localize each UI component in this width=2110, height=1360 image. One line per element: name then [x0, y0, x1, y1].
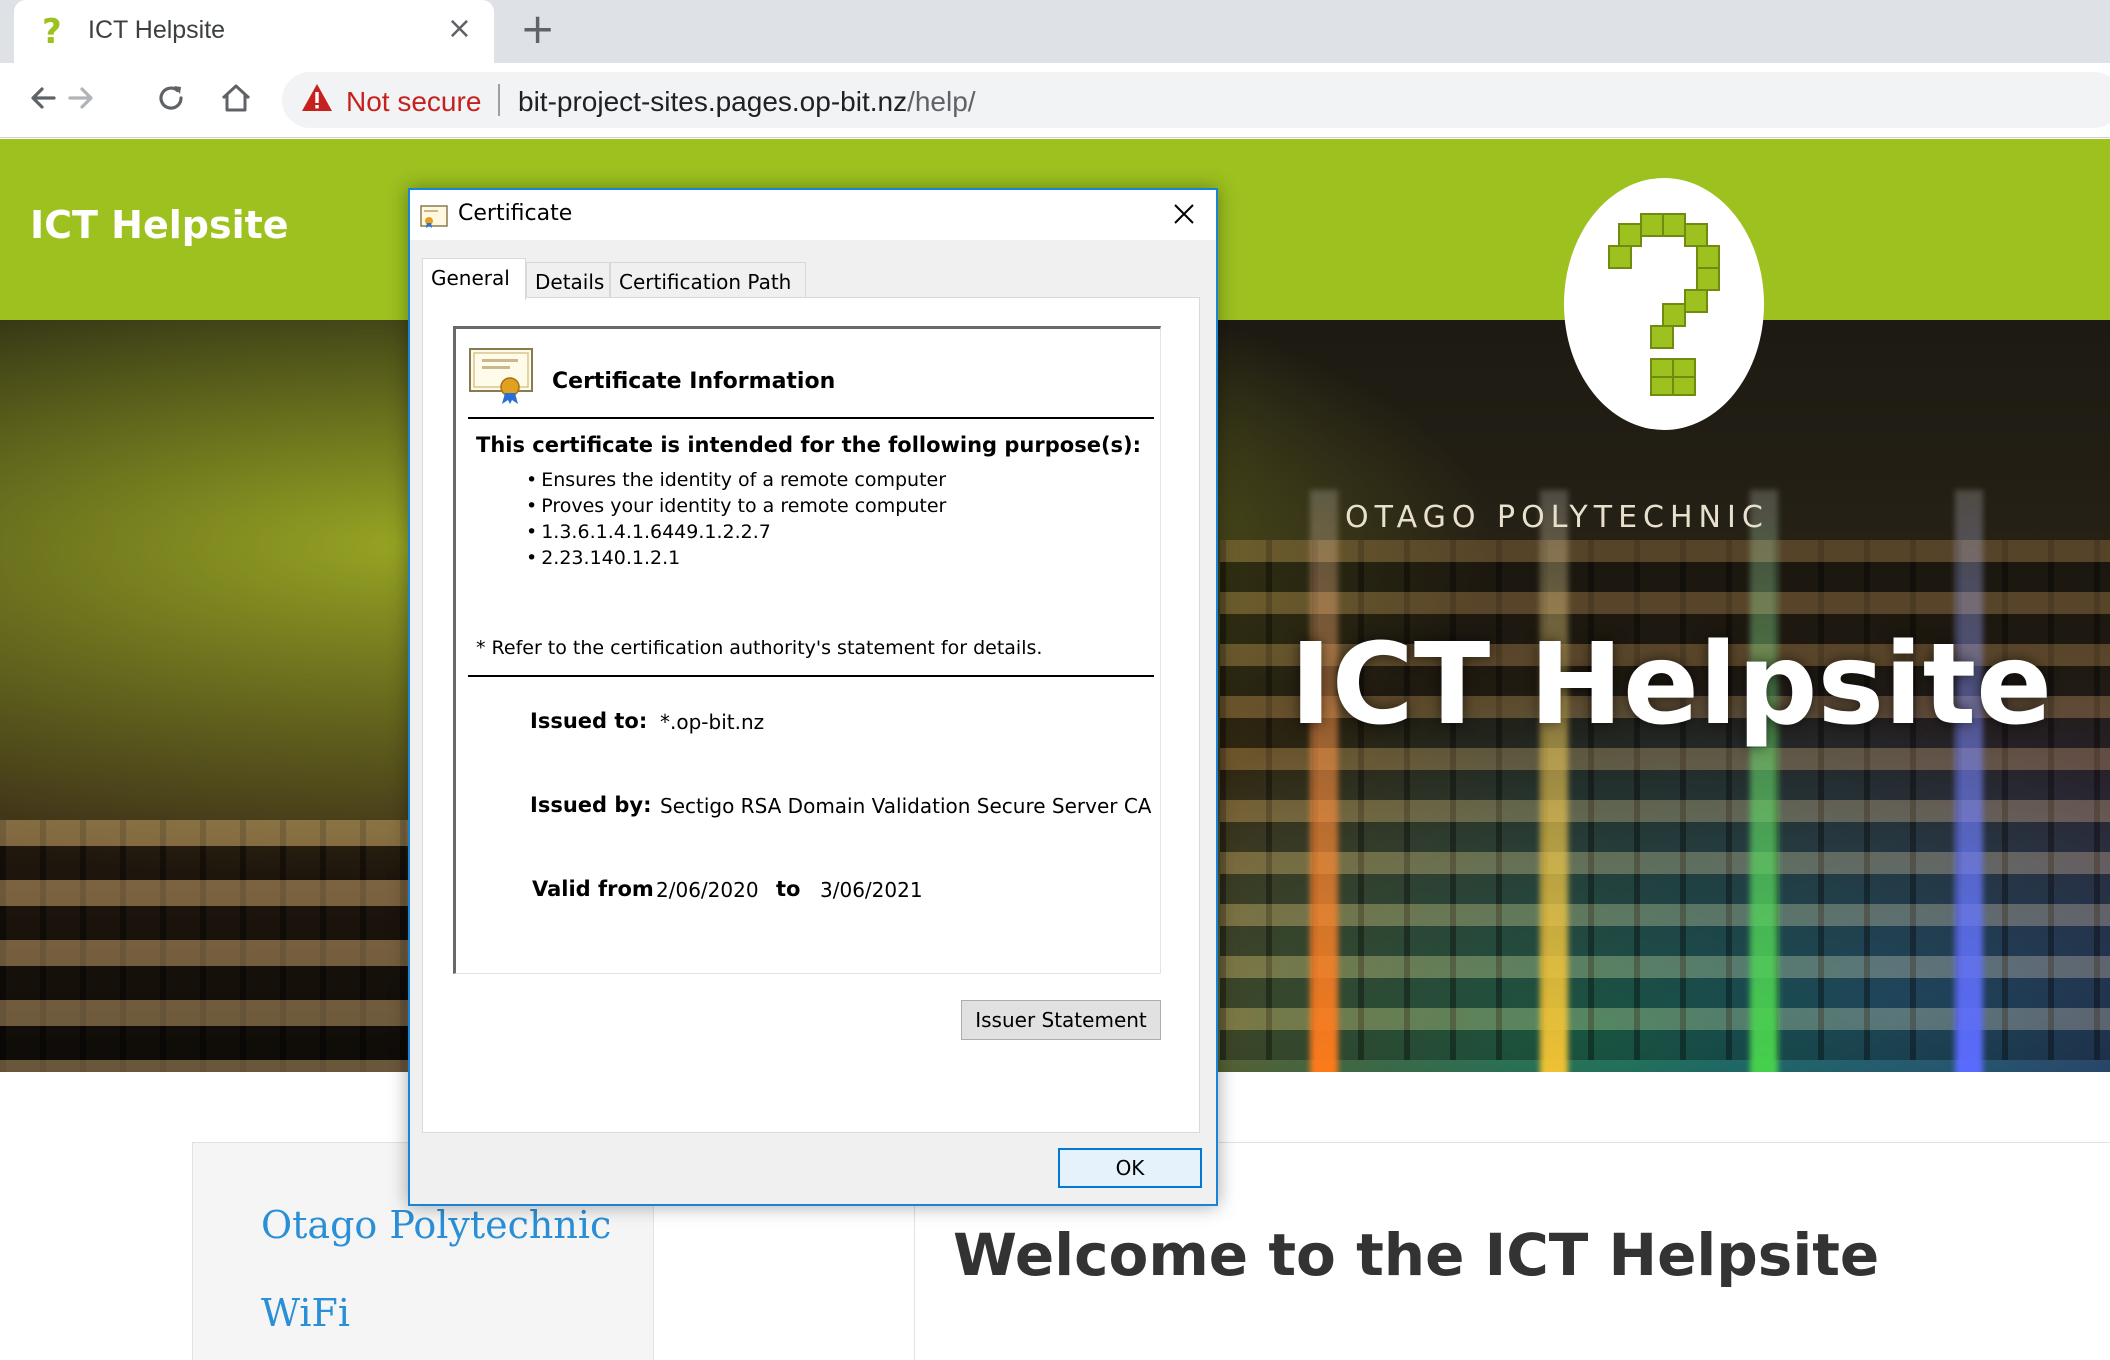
certificate-dialog: Certificate General Details Certificatio…: [408, 188, 1218, 1206]
tab-title: ICT Helpsite: [88, 16, 226, 44]
reload-button[interactable]: [146, 73, 196, 123]
issued-by-value: Sectigo RSA Domain Validation Secure Ser…: [660, 794, 1152, 818]
tab-strip: ? ICT Helpsite × +: [0, 0, 2110, 63]
valid-to-label: to: [776, 877, 801, 901]
warning-icon[interactable]: [300, 82, 334, 114]
forward-icon: [68, 87, 93, 109]
nav-link-wifi[interactable]: WiFi: [261, 1291, 350, 1335]
pixel-question-mark-icon: [1608, 213, 1720, 396]
reload-icon: [159, 86, 183, 110]
valid-from-value: 2/06/2020: [656, 878, 759, 902]
site-brand-link[interactable]: ICT Helpsite: [30, 203, 289, 247]
tab-close-icon[interactable]: ×: [447, 11, 472, 46]
hero-light-beam: [1540, 490, 1568, 1072]
certificate-info-heading: Certificate Information: [552, 369, 836, 394]
new-tab-button[interactable]: +: [520, 4, 555, 53]
valid-to-value: 3/06/2021: [820, 878, 923, 902]
certificate-info-box: Certificate Information This certificate…: [453, 326, 1161, 974]
page-heading: Welcome to the ICT Helpsite: [953, 1221, 1880, 1289]
purpose-item: Ensures the identity of a remote compute…: [526, 469, 946, 495]
close-icon: [1174, 204, 1194, 224]
issued-to-value: *.op-bit.nz: [660, 710, 765, 734]
issued-to-label: Issued to:: [530, 709, 648, 733]
hero-light-beam: [1955, 490, 1983, 1072]
hero-light-beam: [1310, 490, 1338, 1072]
nav-link-otago-polytechnic[interactable]: Otago Polytechnic: [261, 1203, 611, 1247]
refer-note: * Refer to the certification authority's…: [476, 637, 1043, 659]
tab-certification-path[interactable]: Certification Path: [610, 262, 806, 298]
dialog-titlebar[interactable]: Certificate: [410, 190, 1216, 240]
valid-from-label: Valid from: [532, 877, 654, 901]
not-secure-label[interactable]: Not secure: [346, 86, 481, 118]
hero-light-beam: [1750, 490, 1778, 1072]
url-text[interactable]: bit-project-sites.pages.op-bit.nz/help/: [518, 86, 976, 118]
certificate-seal-icon: [469, 348, 533, 404]
home-button[interactable]: [211, 73, 261, 123]
hero-title: ICT Helpsite: [1290, 620, 2053, 750]
general-tab-panel: Certificate Information This certificate…: [422, 297, 1200, 1133]
issued-by-label: Issued by:: [530, 793, 652, 817]
purpose-heading: This certificate is intended for the fol…: [476, 433, 1142, 457]
browser-tab[interactable]: ? ICT Helpsite ×: [14, 0, 494, 63]
dialog-title: Certificate: [458, 201, 573, 226]
divider: [468, 417, 1154, 419]
dialog-close-button[interactable]: [1164, 194, 1204, 234]
purpose-list: Ensures the identity of a remote compute…: [526, 469, 946, 573]
address-bar[interactable]: Not secure bit-project-sites.pages.op-bi…: [282, 72, 2110, 128]
home-icon: [221, 84, 251, 112]
question-favicon-icon: ?: [42, 12, 62, 52]
certificate-icon: [420, 205, 448, 228]
purpose-item: 2.23.140.1.2.1: [526, 547, 946, 573]
hero-building-left: [0, 820, 420, 1072]
issuer-statement-button[interactable]: Issuer Statement: [961, 1000, 1161, 1040]
purpose-item: 1.3.6.1.4.1.6449.1.2.2.7: [526, 521, 946, 547]
divider: [468, 675, 1154, 677]
tab-details[interactable]: Details: [526, 262, 610, 298]
omnibox-divider: [498, 84, 500, 116]
site-logo[interactable]: [1564, 178, 1764, 430]
purpose-item: Proves your identity to a remote compute…: [526, 495, 946, 521]
back-icon: [31, 87, 56, 109]
url-host: bit-project-sites.pages.op-bit.nz: [518, 86, 908, 117]
browser-toolbar: Not secure bit-project-sites.pages.op-bi…: [0, 63, 2110, 138]
hero-building-sign: OTAGO POLYTECHNIC: [1345, 500, 1769, 535]
tab-general[interactable]: General: [422, 258, 526, 300]
ok-button[interactable]: OK: [1058, 1148, 1202, 1188]
url-path: /help/: [907, 86, 976, 117]
forward-button[interactable]: [56, 73, 106, 123]
